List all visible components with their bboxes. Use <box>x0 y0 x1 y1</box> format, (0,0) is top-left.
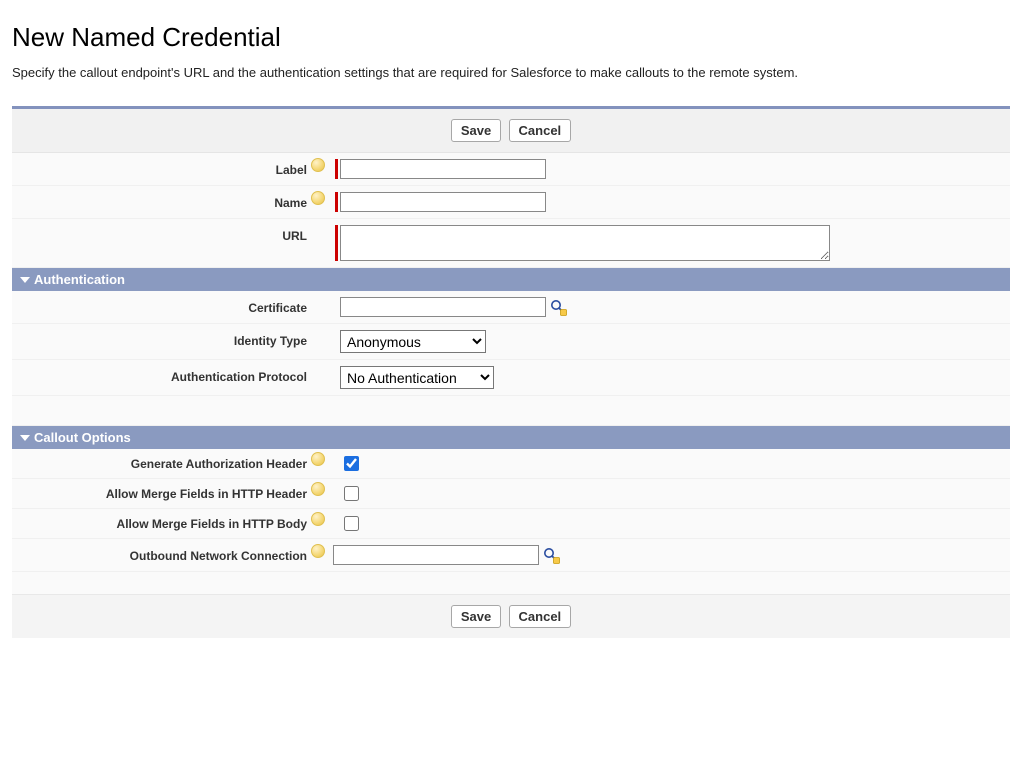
save-button[interactable]: Save <box>451 605 501 628</box>
chevron-down-icon <box>20 277 30 283</box>
row-url: URL <box>12 219 1010 268</box>
help-icon[interactable] <box>311 191 325 205</box>
label-auth-protocol: Authentication Protocol <box>12 366 307 384</box>
name-input[interactable] <box>340 192 546 212</box>
label-identity-type: Identity Type <box>12 330 307 348</box>
label-url: URL <box>12 225 307 243</box>
required-indicator <box>335 159 338 179</box>
label-label: Label <box>12 159 307 177</box>
identity-type-select[interactable]: Anonymous <box>340 330 486 353</box>
label-name: Name <box>12 192 307 210</box>
label-outbound: Outbound Network Connection <box>12 545 307 563</box>
help-icon[interactable] <box>311 482 325 496</box>
required-indicator <box>335 192 338 212</box>
row-name: Name <box>12 186 1010 219</box>
gen-auth-header-checkbox[interactable] <box>344 456 359 471</box>
url-input[interactable] <box>340 225 830 261</box>
page-description: Specify the callout endpoint's URL and t… <box>12 65 1010 80</box>
label-certificate: Certificate <box>12 297 307 315</box>
callout-fields: Generate Authorization Header Allow Merg… <box>12 449 1010 594</box>
form-shell: Save Cancel Label Name URL <box>12 106 1010 638</box>
section-title: Authentication <box>34 272 125 287</box>
merge-header-checkbox[interactable] <box>344 486 359 501</box>
label-gen-auth-header: Generate Authorization Header <box>12 453 307 471</box>
section-header-callout[interactable]: Callout Options <box>12 426 1010 449</box>
row-outbound: Outbound Network Connection <box>12 539 1010 572</box>
required-indicator <box>335 225 338 261</box>
help-icon[interactable] <box>311 452 325 466</box>
button-bar-top: Save Cancel <box>12 109 1010 153</box>
row-auth-protocol: Authentication Protocol No Authenticatio… <box>12 360 1010 396</box>
section-header-authentication[interactable]: Authentication <box>12 268 1010 291</box>
spacer <box>12 572 1010 594</box>
spacer <box>12 396 1010 426</box>
row-merge-header: Allow Merge Fields in HTTP Header <box>12 479 1010 509</box>
row-merge-body: Allow Merge Fields in HTTP Body <box>12 509 1010 539</box>
help-icon[interactable] <box>311 544 325 558</box>
lookup-icon[interactable] <box>549 298 567 316</box>
save-button[interactable]: Save <box>451 119 501 142</box>
row-gen-auth-header: Generate Authorization Header <box>12 449 1010 479</box>
label-merge-body: Allow Merge Fields in HTTP Body <box>12 513 307 531</box>
section-title: Callout Options <box>34 430 131 445</box>
cancel-button[interactable]: Cancel <box>509 119 572 142</box>
help-icon[interactable] <box>311 512 325 526</box>
certificate-input[interactable] <box>340 297 546 317</box>
outbound-input[interactable] <box>333 545 539 565</box>
row-identity-type: Identity Type Anonymous <box>12 324 1010 360</box>
page-title: New Named Credential <box>12 22 1010 53</box>
lookup-icon[interactable] <box>542 546 560 564</box>
merge-body-checkbox[interactable] <box>344 516 359 531</box>
basic-fields: Label Name URL <box>12 153 1010 268</box>
auth-protocol-select[interactable]: No Authentication <box>340 366 494 389</box>
row-certificate: Certificate <box>12 291 1010 324</box>
authentication-fields: Certificate Identity Type Anonymous <box>12 291 1010 426</box>
chevron-down-icon <box>20 435 30 441</box>
label-merge-header: Allow Merge Fields in HTTP Header <box>12 483 307 501</box>
help-icon[interactable] <box>311 158 325 172</box>
label-input[interactable] <box>340 159 546 179</box>
button-bar-bottom: Save Cancel <box>12 594 1010 638</box>
row-label: Label <box>12 153 1010 186</box>
cancel-button[interactable]: Cancel <box>509 605 572 628</box>
